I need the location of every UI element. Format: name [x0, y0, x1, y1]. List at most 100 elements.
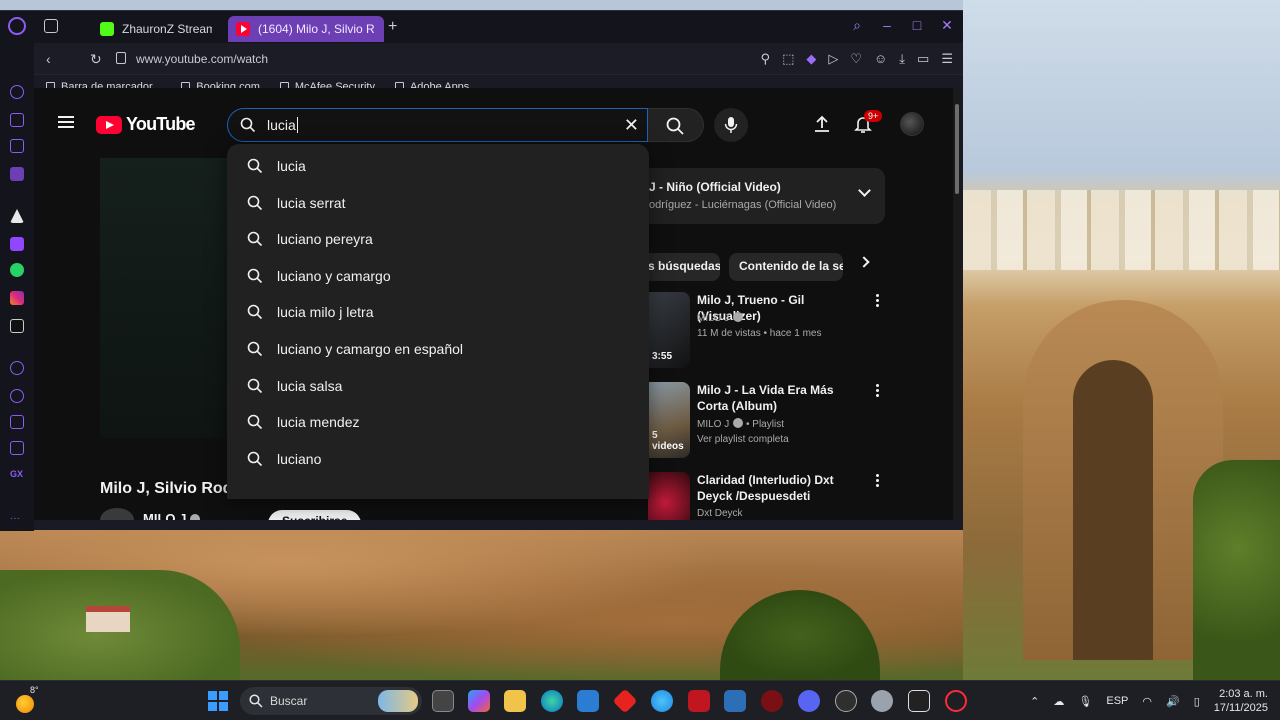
player-icon[interactable]: ▷ [828, 51, 838, 67]
search-suggestion-item[interactable]: luciano [227, 441, 649, 477]
channel-name[interactable]: MILO J • Playlist [697, 418, 784, 430]
player-icon[interactable] [10, 361, 24, 375]
search-suggestion-item[interactable]: lucia serrat [227, 185, 649, 221]
view-full-playlist-link[interactable]: Ver playlist completa [697, 434, 789, 445]
steam-icon[interactable] [835, 690, 857, 712]
minimize-button[interactable]: – [879, 17, 895, 34]
outlook-icon[interactable] [724, 690, 746, 712]
mcafee-icon[interactable] [688, 690, 710, 712]
messenger-icon[interactable] [10, 167, 24, 181]
opera-menu-icon[interactable] [8, 17, 26, 35]
vpn-icon[interactable]: ◆ [806, 51, 816, 67]
video-player[interactable] [100, 158, 240, 438]
taskbar-search[interactable]: Buscar [240, 687, 422, 715]
new-tab-button[interactable]: + [388, 19, 397, 35]
opera-gx-icon[interactable] [945, 690, 967, 712]
tab-islands-icon[interactable] [44, 19, 58, 33]
wifi-icon[interactable]: ◠ [1142, 695, 1152, 708]
search-suggestion-item[interactable]: lucia salsa [227, 368, 649, 404]
video-thumbnail[interactable] [648, 472, 690, 520]
url-field[interactable]: www.youtube.com/watch [136, 52, 268, 66]
onedrive-icon[interactable]: ☁ [1053, 695, 1064, 708]
whatsapp-icon[interactable] [10, 263, 24, 277]
account-avatar[interactable] [900, 112, 924, 136]
file-explorer-icon[interactable] [504, 690, 526, 712]
extensions-icon[interactable] [10, 415, 24, 429]
tab-youtube-active[interactable]: (1604) Milo J, Silvio Rodrí [228, 16, 384, 42]
playlist-thumbnail[interactable]: 5 videos [648, 382, 690, 458]
search-suggestion-item[interactable]: lucia milo j letra [227, 294, 649, 330]
tiktok-icon[interactable] [10, 319, 24, 333]
voice-search-button[interactable] [714, 108, 748, 142]
instagram-icon[interactable] [10, 291, 24, 305]
search-suggestion-item[interactable]: luciano y camargo [227, 258, 649, 294]
guide-menu-icon[interactable] [58, 116, 74, 128]
settings-icon[interactable] [10, 441, 24, 455]
suggestion-label: luciano [277, 450, 322, 467]
profile-icon[interactable]: ☺ [874, 51, 887, 67]
settings-gear-icon[interactable] [871, 690, 893, 712]
channel-name[interactable]: MILO J [697, 312, 744, 324]
game-icon[interactable] [761, 690, 783, 712]
channel-avatar[interactable] [100, 508, 134, 520]
app-red-icon[interactable] [612, 688, 638, 714]
search-tabs-icon[interactable]: ⌕ [849, 17, 865, 34]
search-suggestion-item[interactable]: luciano pereyra [227, 221, 649, 257]
battery-icon[interactable]: ▭ [917, 51, 929, 67]
snapshot-icon[interactable]: ⬚ [782, 51, 794, 67]
more-actions-icon[interactable] [876, 294, 880, 308]
chip-related-searches[interactable]: s búsquedas [640, 253, 720, 281]
start-button[interactable] [208, 691, 228, 711]
gx-icon[interactable]: GX [10, 469, 24, 483]
store-icon[interactable] [577, 690, 599, 712]
video-thumbnail[interactable]: 3:55 [648, 292, 690, 368]
chevron-up-icon[interactable]: ⌃ [1030, 695, 1039, 708]
search-suggestion-item[interactable]: lucia mendez [227, 404, 649, 440]
more-actions-icon[interactable] [876, 474, 880, 488]
clock[interactable]: 2:03 a. m. 17/11/2025 [1214, 687, 1268, 715]
task-view-icon[interactable] [432, 690, 454, 712]
close-window-button[interactable]: ✕ [939, 17, 955, 34]
channel-name[interactable]: Dxt Deyck [697, 508, 743, 519]
youtube-logo[interactable]: YouTube [96, 114, 196, 135]
volume-icon[interactable]: 🔊 [1166, 695, 1180, 708]
epic-games-icon[interactable] [908, 690, 930, 712]
maximize-button[interactable]: □ [909, 17, 925, 34]
search-button[interactable] [648, 108, 704, 142]
clear-search-icon[interactable]: ✕ [624, 115, 639, 136]
subscribe-button[interactable]: Suscribirse [268, 510, 362, 520]
more-icon[interactable]: ··· [10, 513, 24, 527]
chevron-down-icon[interactable] [858, 184, 871, 197]
search-suggestion-item[interactable]: lucia [227, 148, 649, 184]
chip-series-content[interactable]: Contenido de la ser [729, 253, 843, 281]
scrollbar-thumb[interactable] [955, 104, 959, 194]
upload-icon[interactable] [812, 114, 832, 134]
more-actions-icon[interactable] [876, 384, 880, 398]
reload-icon[interactable]: ↻ [90, 51, 102, 68]
pin-icon[interactable]: ⚲ [761, 51, 771, 67]
chevron-right-icon[interactable] [858, 256, 870, 268]
battery-icon[interactable]: ▯ [1194, 695, 1200, 708]
chrome-style-icon[interactable] [651, 690, 673, 712]
aria-icon[interactable] [10, 85, 24, 99]
playlist-header[interactable]: J - Niño (Official Video) odríguez - Luc… [634, 168, 885, 224]
back-icon[interactable]: ‹ [46, 51, 51, 67]
download-icon[interactable]: ⤓ [899, 51, 905, 67]
tab-kick-stream[interactable]: ZhauronZ Stream - Watch [92, 16, 222, 42]
discord-icon[interactable] [798, 690, 820, 712]
edge-icon[interactable] [541, 690, 563, 712]
copilot-icon[interactable] [468, 690, 490, 712]
search-suggestion-item[interactable]: luciano y camargo en español [227, 331, 649, 367]
heart-icon[interactable]: ♡ [850, 51, 862, 67]
desktop-wallpaper-right [963, 0, 1280, 680]
history-icon[interactable] [10, 389, 24, 403]
search-input[interactable]: lucia ✕ [227, 108, 648, 142]
language-indicator[interactable]: ESP [1106, 695, 1128, 707]
microphone-icon[interactable]: 🎙 [1078, 695, 1092, 708]
workspace-icon[interactable] [10, 113, 24, 127]
channel-name[interactable]: MILO J [143, 511, 201, 520]
twitch-icon[interactable] [10, 237, 24, 251]
easy-setup-icon[interactable]: ☰ [941, 51, 953, 67]
extension-icon[interactable] [10, 139, 24, 153]
aria-ai-icon[interactable] [10, 209, 24, 223]
